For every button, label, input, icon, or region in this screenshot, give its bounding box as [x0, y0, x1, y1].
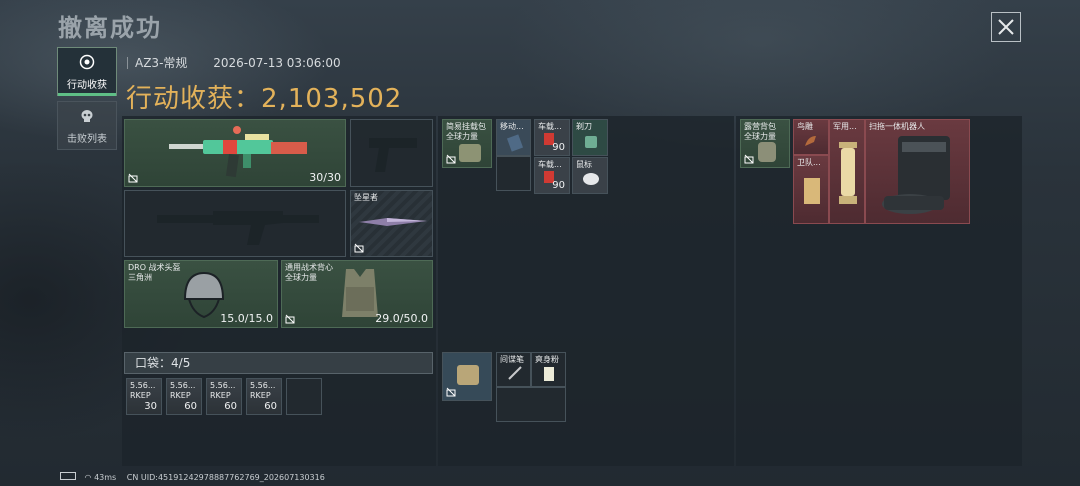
pocket-item[interactable]: 5.56... RKEP 30 [126, 378, 162, 415]
harvest-label: 行动收获： [126, 84, 262, 114]
pocket-capacity: /5 [178, 356, 191, 370]
status-bar: ◠ 43ms CN UID:451912429788877627​69_2026… [60, 472, 325, 482]
chest-rig-slot[interactable]: 简易挂载包 全球力量 [442, 119, 492, 168]
melee-slot[interactable]: 坠星者 [350, 190, 433, 257]
rig-item[interactable]: 车载... 90 [534, 119, 570, 156]
backpack-label: 露营背包 全球力量 [744, 122, 776, 141]
pocket-bar: 口袋：4/5 [124, 352, 433, 374]
powder-icon [544, 367, 554, 381]
harvest-icon [79, 54, 95, 70]
primary-ammo: 30/30 [309, 171, 341, 184]
vest-durability: 29.0/50.0 [375, 312, 428, 325]
unlocked-icon [128, 173, 138, 183]
rig-empty-slot[interactable] [496, 156, 531, 191]
battery-icon [60, 472, 76, 480]
rig-item[interactable]: 剃刀 [572, 119, 608, 156]
pistol-icon [369, 138, 417, 172]
wifi-icon: ◠ [84, 473, 92, 482]
map-name: AZ3-常规 [135, 56, 188, 70]
harvest-total: 行动收获：2,103,502 [126, 78, 402, 115]
pocket-label: 口袋： [135, 356, 172, 370]
helmet-durability: 15.0/15.0 [220, 312, 273, 325]
backpack-item[interactable]: 卫队... [793, 155, 829, 224]
backpack-item[interactable]: 鸟雕 [793, 119, 829, 155]
pouch-slot[interactable] [442, 352, 492, 401]
page-title: 撤离成功 [58, 14, 162, 42]
rig-item[interactable]: 鼠标 [572, 157, 608, 194]
pistol-slot[interactable] [350, 119, 433, 187]
unlocked-icon [744, 154, 754, 164]
close-icon [998, 19, 1014, 35]
helmet-label: DRO 战术头盔 三角洲 [128, 263, 181, 282]
vest-slot[interactable]: 通用战术背心 全球力量 29.0/50.0 [281, 260, 433, 328]
pen-icon [508, 366, 522, 380]
tab-kill-list-label: 击败列表 [67, 134, 107, 145]
backpack-item[interactable]: 扫拖一体机器人 [865, 119, 970, 224]
rifle-silhouette-icon [157, 211, 319, 245]
secondary-weapon-slot[interactable] [124, 190, 346, 257]
lantern-icon [839, 142, 857, 204]
vest-label: 通用战术背心 全球力量 [285, 263, 333, 282]
melee-label: 坠星者 [354, 193, 378, 202]
close-button[interactable] [991, 12, 1021, 42]
ping: 43ms [94, 473, 117, 482]
backpack-icon [758, 142, 776, 162]
pocket-item[interactable]: 5.56... RKEP 60 [206, 378, 242, 415]
tab-kill-list[interactable]: 击败列表 [57, 101, 117, 150]
unlocked-icon [285, 314, 295, 324]
divider [127, 57, 128, 69]
backpack-item[interactable]: 军用... [829, 119, 865, 224]
pouch-icon [457, 365, 479, 385]
uid: CN UID:451912429788877627​69_20260713031… [126, 473, 325, 482]
mouse-icon [583, 173, 599, 185]
unlocked-icon [446, 154, 456, 164]
unlocked-icon [446, 387, 456, 397]
bird-statue-icon [805, 136, 816, 146]
unlocked-icon [354, 243, 364, 253]
tablet-icon [506, 134, 524, 152]
rig-item[interactable]: 移动... [496, 119, 531, 156]
pocket-item[interactable]: 5.56... RKEP 60 [166, 378, 202, 415]
knife-icon [359, 218, 427, 226]
pocket-empty-slot[interactable] [286, 378, 322, 415]
tab-harvest[interactable]: 行动收获 [57, 47, 117, 96]
primary-weapon-slot[interactable]: 30/30 [124, 119, 346, 187]
match-datetime: 2026-07-13 03:06:00 [213, 56, 341, 70]
harvest-value: 2,103,502 [261, 84, 403, 114]
robot-vacuum-icon [882, 136, 950, 214]
tab-harvest-label: 行动收获 [67, 80, 107, 91]
backpack-slot[interactable]: 露营背包 全球力量 [740, 119, 790, 168]
pocket-count: 4 [171, 356, 179, 370]
skull-icon [81, 110, 93, 122]
rig-item[interactable]: 车载... 90 [534, 157, 570, 194]
match-info: AZ3-常规 2026-07-13 03:06:00 [127, 54, 341, 71]
rig-icon [459, 144, 481, 162]
pocket-item[interactable]: 5.56... RKEP 60 [246, 378, 282, 415]
helmet-slot[interactable]: DRO 战术头盔 三角洲 15.0/15.0 [124, 260, 278, 328]
pouch-item[interactable]: 间谍笔 [496, 352, 531, 387]
razor-icon [585, 136, 597, 148]
chest-rig-label: 简易挂载包 全球力量 [446, 122, 486, 141]
rifle-icon [169, 126, 307, 178]
pouch-item[interactable]: 爽身粉 [531, 352, 566, 387]
document-icon [804, 178, 820, 204]
pouch-empty-slot[interactable] [496, 387, 566, 422]
